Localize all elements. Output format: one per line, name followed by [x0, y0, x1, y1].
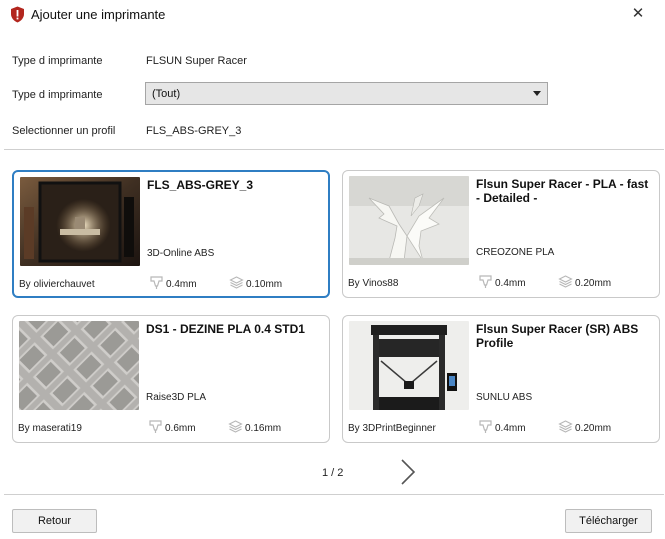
title-bar: Ajouter une imprimante ✕	[0, 0, 665, 30]
nozzle-value: 0.4mm	[495, 278, 526, 289]
layer-value: 0.16mm	[245, 423, 282, 434]
profile-title: Flsun Super Racer - PLA - fast - Detaile…	[476, 177, 649, 205]
profile-label: Selectionner un profil	[12, 125, 116, 137]
layers-icon	[558, 275, 573, 288]
layer-value: 0.20mm	[575, 423, 612, 434]
profile-author: By maserati19	[18, 423, 82, 434]
profile-card[interactable]: FLS_ABS-GREY_3 3D-Online ABS By olivierc…	[12, 170, 330, 298]
layer-value: 0.20mm	[575, 278, 612, 289]
dragon-print-photo	[349, 176, 469, 265]
profile-author: By olivierchauvet	[19, 279, 95, 290]
printer-type-select-value: (Tout)	[152, 88, 181, 100]
profile-card[interactable]: Flsun Super Racer (SR) ABS Profile SUNLU…	[342, 315, 660, 443]
profile-title: FLS_ABS-GREY_3	[147, 178, 254, 192]
page-indicator: 1 / 2	[322, 467, 344, 479]
grid-infill-photo	[19, 321, 139, 410]
close-icon[interactable]: ✕	[623, 3, 653, 25]
back-button[interactable]: Retour	[12, 509, 97, 533]
profile-title: DS1 - DEZINE PLA 0.4 STD1	[146, 322, 305, 336]
chevron-right-icon[interactable]	[398, 458, 418, 486]
printer-type-filter-label: Type d imprimante	[12, 89, 103, 101]
printer-type-label: Type d imprimante	[12, 55, 103, 67]
printer-type-select[interactable]: (Tout)	[145, 82, 548, 105]
window-title: Ajouter une imprimante	[31, 7, 166, 22]
layers-icon	[228, 420, 243, 433]
profile-title: Flsun Super Racer (SR) ABS Profile	[476, 322, 639, 350]
profile-value: FLS_ABS-GREY_3	[146, 125, 242, 137]
nozzle-icon	[479, 420, 492, 433]
profile-card[interactable]: DS1 - DEZINE PLA 0.4 STD1 Raise3D PLA By…	[12, 315, 330, 443]
layers-icon	[229, 276, 244, 289]
nozzle-icon	[479, 275, 492, 288]
nozzle-value: 0.4mm	[166, 279, 197, 290]
profile-author: By 3DPrintBeginner	[348, 423, 436, 434]
shield-exclamation-icon	[11, 6, 24, 23]
profile-material: SUNLU ABS	[476, 392, 533, 403]
chevron-down-icon	[533, 91, 541, 96]
nozzle-icon	[150, 276, 163, 289]
divider	[4, 149, 664, 150]
layer-value: 0.10mm	[246, 279, 283, 290]
printer-type-value: FLSUN Super Racer	[146, 55, 247, 67]
profile-author: By Vinos88	[348, 278, 399, 289]
download-button[interactable]: Télécharger	[565, 509, 652, 533]
profile-material: 3D-Online ABS	[147, 248, 215, 259]
nozzle-value: 0.6mm	[165, 423, 196, 434]
profile-material: CREOZONE PLA	[476, 247, 555, 258]
printer-enclosure-photo	[20, 177, 140, 266]
divider	[4, 494, 664, 495]
layers-icon	[558, 420, 573, 433]
nozzle-icon	[149, 420, 162, 433]
profile-material: Raise3D PLA	[146, 392, 207, 403]
delta-printer-photo	[349, 321, 469, 410]
profile-card[interactable]: Flsun Super Racer - PLA - fast - Detaile…	[342, 170, 660, 298]
nozzle-value: 0.4mm	[495, 423, 526, 434]
